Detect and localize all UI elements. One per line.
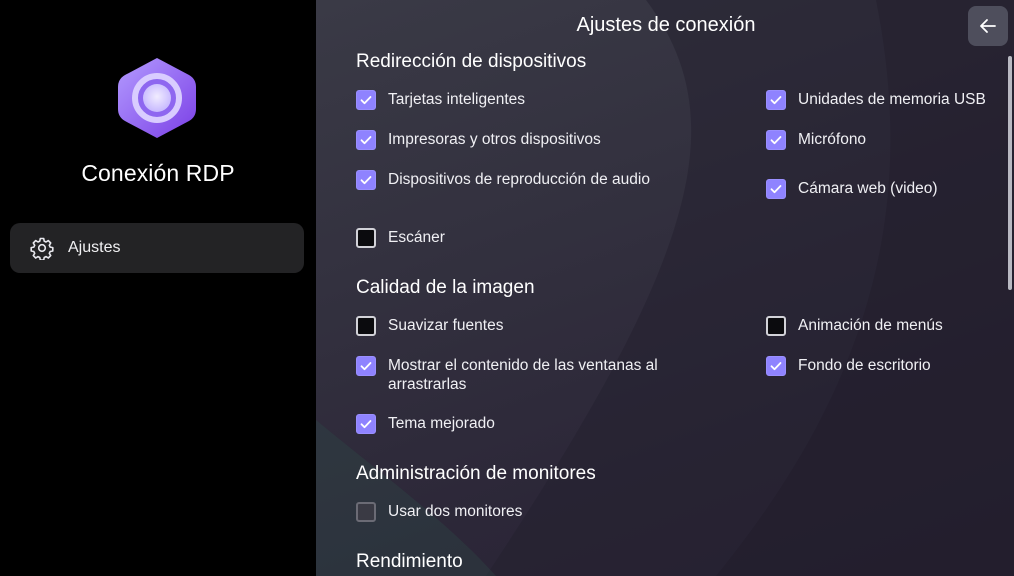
checkbox-checked-icon[interactable] [356, 170, 376, 190]
checkbox-unchecked-icon[interactable] [766, 316, 786, 336]
checkbox-tema-mejorado[interactable]: Tema mejorado [356, 414, 495, 434]
checkbox-escaner[interactable]: Escáner [356, 228, 445, 248]
option-label: Animación de menús [798, 317, 943, 334]
option-label: Dispositivos de reproducción de audio [388, 171, 650, 188]
checkbox-unidades-usb[interactable]: Unidades de memoria USB [766, 90, 986, 110]
section-title-monitores: Administración de monitores [356, 463, 596, 484]
back-button[interactable] [968, 6, 1008, 46]
checkbox-mostrar-contenido[interactable]: Mostrar el contenido de las ventanas al … [356, 356, 658, 394]
checkbox-unchecked-icon[interactable] [356, 316, 376, 336]
sidebar-item-ajustes[interactable]: Ajustes [10, 223, 304, 273]
checkbox-tarjetas-inteligentes[interactable]: Tarjetas inteligentes [356, 90, 658, 110]
sidebar: Conexión RDP Ajustes [0, 0, 316, 576]
checkbox-checked-icon[interactable] [356, 90, 376, 110]
checkbox-checked-icon[interactable] [356, 356, 376, 376]
checkbox-checked-icon[interactable] [766, 130, 786, 150]
section-title-calidad: Calidad de la imagen [356, 277, 535, 298]
option-label: Tema mejorado [388, 415, 495, 432]
checkbox-camara-web[interactable]: Cámara web (video) [766, 179, 938, 199]
sidebar-item-label: Ajustes [68, 239, 121, 256]
option-label: Escáner [388, 229, 445, 246]
option-label: Cámara web (video) [798, 180, 938, 197]
checkbox-checked-icon[interactable] [356, 130, 376, 150]
checkbox-checked-icon[interactable] [356, 414, 376, 434]
option-label: Usar dos monitores [388, 503, 523, 520]
option-label: Unidades de memoria USB [798, 91, 986, 108]
option-label: Tarjetas inteligentes [388, 91, 525, 108]
gear-icon [30, 237, 54, 260]
checkbox-checked-icon[interactable] [766, 356, 786, 376]
checkbox-checked-icon[interactable] [766, 179, 786, 199]
checkbox-unchecked-icon[interactable] [356, 228, 376, 248]
arrow-left-icon [980, 19, 996, 33]
option-label: Fondo de escritorio [798, 357, 931, 374]
checkbox-impresoras[interactable]: Impresoras y otros dispositivos [356, 130, 658, 150]
checkbox-microfono[interactable]: Micrófono [766, 130, 866, 150]
option-label: Suavizar fuentes [388, 317, 504, 334]
page-title: Ajustes de conexión [576, 14, 756, 36]
section-title-rendimiento: Rendimiento [356, 551, 463, 572]
scrollbar[interactable] [1008, 56, 1012, 290]
option-label: Micrófono [798, 131, 867, 148]
option-label: Mostrar el contenido de las ventanas al … [388, 357, 658, 393]
app-title: Conexión RDP [81, 160, 235, 186]
option-label: Impresoras y otros dispositivos [388, 131, 601, 148]
checkbox-audio[interactable]: Dispositivos de reproducción de audio [356, 170, 658, 190]
checkbox-usar-dos-monitores[interactable]: Usar dos monitores [356, 502, 522, 522]
checkbox-animacion-menus[interactable]: Animación de menús [766, 316, 943, 336]
checkbox-checked-icon[interactable] [766, 90, 786, 110]
checkbox-suavizar-fuentes[interactable]: Suavizar fuentes [356, 316, 503, 336]
checkbox-disabled-icon[interactable] [356, 502, 376, 522]
settings-panel: Ajustes de conexión Redirección de dispo… [316, 0, 1014, 576]
section-title-redireccion: Redirección de dispositivos [356, 51, 587, 72]
checkbox-fondo-escritorio[interactable]: Fondo de escritorio [766, 356, 931, 376]
rdp-logo-icon [118, 58, 196, 138]
